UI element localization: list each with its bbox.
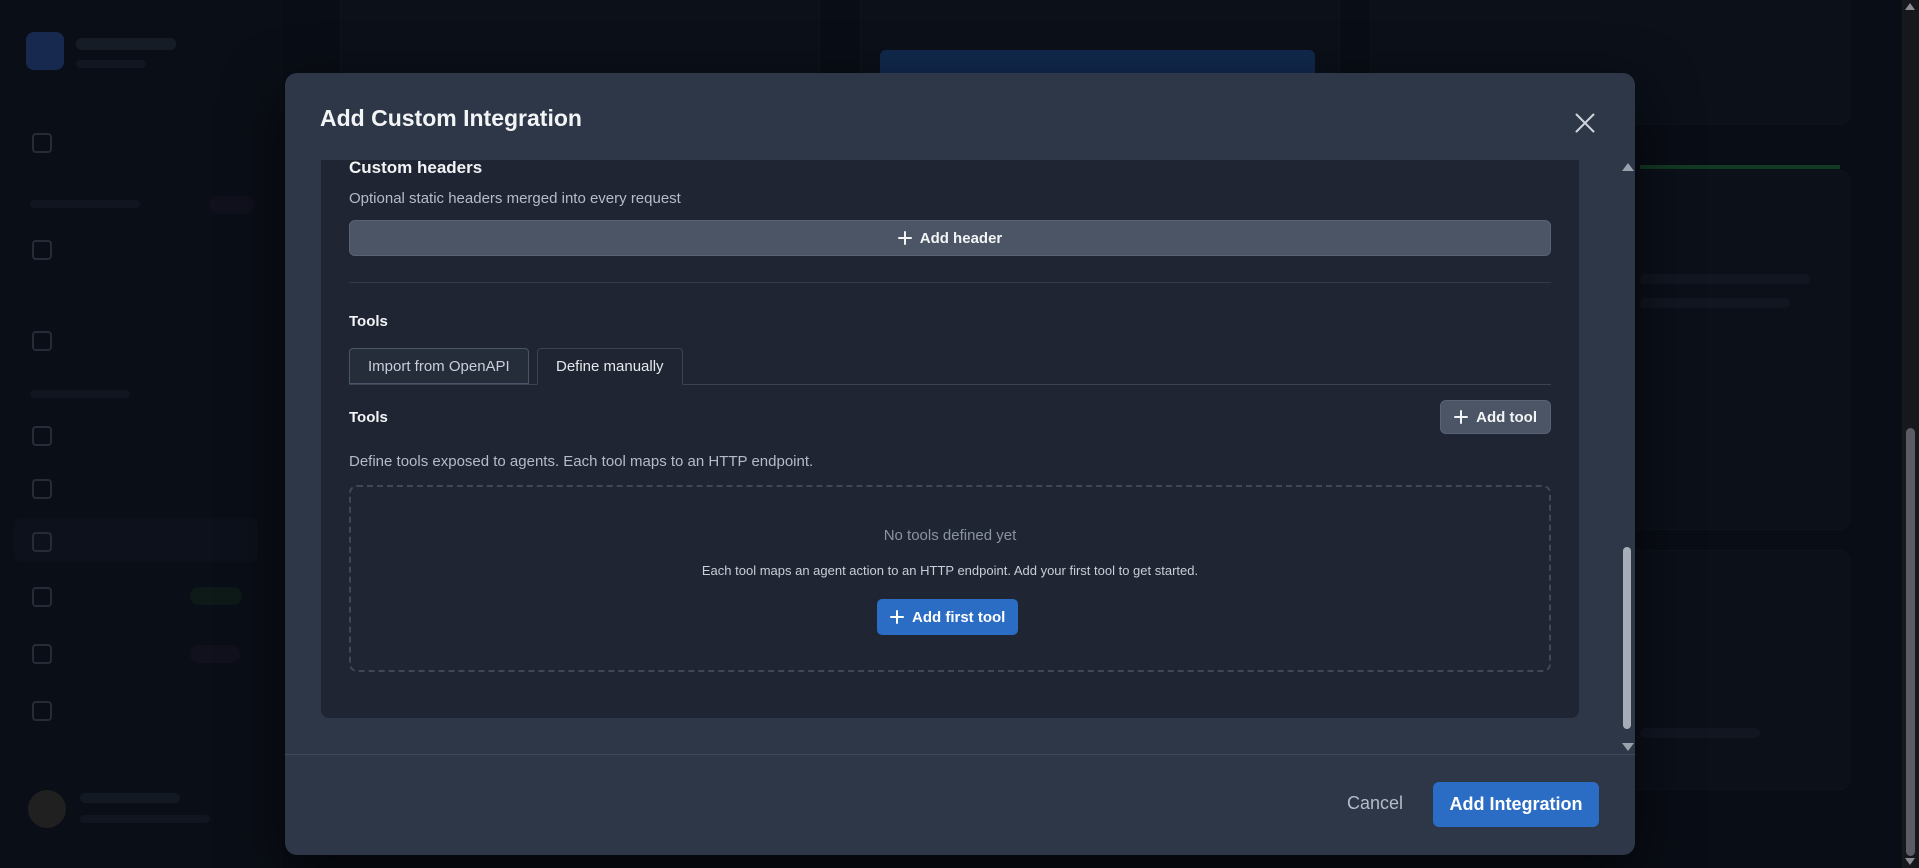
add-first-tool-button[interactable]: Add first tool	[877, 599, 1019, 635]
tab-define-manually[interactable]: Define manually	[537, 348, 683, 385]
modal-footer: Cancel Add Integration	[285, 754, 1635, 855]
add-first-tool-label: Add first tool	[912, 608, 1006, 626]
scroll-down-arrow-icon[interactable]	[1905, 858, 1915, 865]
scroll-up-arrow-icon[interactable]	[1622, 163, 1634, 171]
modal-body: Custom headers Optional static headers m…	[321, 160, 1579, 718]
tools-empty-state: No tools defined yet Each tool maps an a…	[349, 485, 1551, 672]
empty-state-title: No tools defined yet	[883, 527, 1017, 544]
scroll-down-arrow-icon[interactable]	[1622, 743, 1634, 751]
tab-import-from-openapi[interactable]: Import from OpenAPI	[349, 348, 529, 384]
scrollbar-thumb[interactable]	[1623, 547, 1631, 729]
modal-title: Add Custom Integration	[320, 105, 582, 131]
empty-state-description: Each tool maps an agent action to an HTT…	[701, 563, 1199, 578]
plus-icon	[890, 610, 904, 624]
add-tool-button[interactable]: Add tool	[1440, 400, 1551, 434]
section-divider	[349, 282, 1551, 283]
add-custom-integration-modal: Add Custom Integration Custom headers Op…	[285, 73, 1635, 855]
page-scrollbar[interactable]	[1902, 0, 1919, 868]
tools-description: Define tools exposed to agents. Each too…	[349, 453, 814, 470]
custom-headers-title: Custom headers	[349, 160, 483, 177]
tools-heading: Tools	[349, 313, 388, 330]
tools-tabs: Import from OpenAPI Define manually	[349, 348, 1551, 385]
add-header-label: Add header	[919, 229, 1003, 247]
plus-icon	[897, 231, 912, 245]
add-tool-label: Add tool	[1476, 408, 1537, 426]
custom-headers-description: Optional static headers merged into ever…	[349, 190, 681, 207]
cancel-button[interactable]: Cancel	[1347, 793, 1403, 814]
scrollbar-thumb[interactable]	[1906, 428, 1915, 856]
plus-icon	[1454, 410, 1469, 424]
add-integration-button[interactable]: Add Integration	[1433, 782, 1599, 827]
tools-subheading: Tools	[349, 409, 388, 426]
scroll-up-arrow-icon[interactable]	[1905, 3, 1915, 10]
modal-body-scrollbar[interactable]	[1620, 161, 1634, 753]
add-header-button[interactable]: Add header	[349, 220, 1551, 256]
close-icon[interactable]	[1571, 109, 1599, 137]
